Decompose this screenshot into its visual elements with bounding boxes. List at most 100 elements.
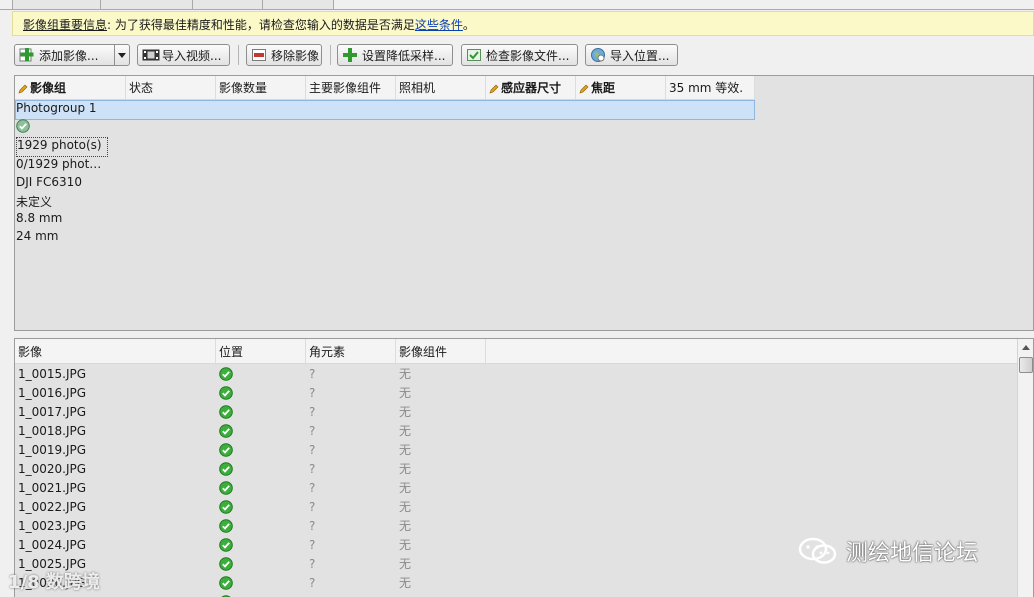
component-cell: 无: [399, 424, 412, 438]
photo-name: 1_0018.JPG: [18, 423, 87, 438]
globe-icon: [590, 47, 606, 63]
import-positions-button[interactable]: 导入位置...: [585, 44, 678, 66]
col-rotation[interactable]: 角元素: [306, 339, 396, 363]
photo-row[interactable]: [15, 592, 1018, 597]
photo-name: 1_0017.JPG: [18, 404, 87, 419]
set-downsampling-button[interactable]: 设置降低采样...: [337, 44, 453, 66]
col-camera[interactable]: 照相机: [396, 76, 486, 99]
photogroup-row[interactable]: Photogroup 1 1929 photo(s) 0/1929 phot… …: [15, 100, 755, 243]
tab-4[interactable]: [262, 0, 334, 10]
import-positions-label: 导入位置...: [610, 48, 670, 63]
photogroups-table[interactable]: 影像组 状态 影像数量 主要影像组件 照相机 感应器尺寸 焦距 35 mm 等效…: [14, 75, 1034, 331]
col-photo[interactable]: 影像: [15, 339, 216, 363]
col-filler: [486, 339, 1018, 363]
position-cell: [216, 402, 306, 421]
equiv-35mm: 24 mm: [16, 229, 59, 243]
rotation-cell: ?: [309, 480, 316, 495]
rotation-cell: ?: [309, 404, 316, 419]
toolbar-separator: [238, 45, 239, 65]
photogroup-name: Photogroup 1: [16, 101, 97, 115]
component-cell: 无: [399, 405, 412, 419]
photo-row[interactable]: 1_0017.JPG? 无: [15, 402, 1018, 421]
status-cell: [16, 119, 106, 137]
import-video-label: 导入视频...: [162, 48, 222, 63]
component-cell: 无: [399, 519, 412, 533]
component-cell: 无: [399, 500, 412, 514]
col-position[interactable]: 位置: [216, 339, 306, 363]
component-cell: 无: [399, 386, 412, 400]
col-focal-length[interactable]: 焦距: [576, 76, 666, 99]
sensor-size[interactable]: 未定义: [16, 193, 106, 211]
rotation-cell: [306, 592, 396, 597]
position-cell: [216, 592, 306, 597]
col-status[interactable]: 状态: [126, 76, 216, 99]
col-photogroup[interactable]: 影像组: [15, 76, 126, 99]
position-cell: [216, 383, 306, 402]
remove-photos-label: 移除影像: [271, 48, 320, 63]
rotation-cell: ?: [309, 556, 316, 571]
pencil-icon: [489, 83, 499, 93]
component-cell: 无: [399, 576, 412, 590]
photo-name: 1_0020.JPG: [18, 461, 87, 476]
photo-row[interactable]: 1_0022.JPG? 无: [15, 497, 1018, 516]
wechat-icon: [798, 536, 838, 566]
position-cell: [216, 573, 306, 592]
photo-row[interactable]: 1_0020.JPG? 无: [15, 459, 1018, 478]
component-cell: [396, 592, 486, 597]
add-photos-button[interactable]: 添加影像...: [14, 44, 130, 66]
downsample-icon: [342, 47, 358, 63]
col-photo-count[interactable]: 影像数量: [216, 76, 306, 99]
rotation-cell: ?: [309, 461, 316, 476]
photo-row[interactable]: 1_0023.JPG? 无: [15, 516, 1018, 535]
notice-label: 影像组重要信息: [23, 18, 108, 32]
vertical-scrollbar[interactable]: [1017, 339, 1033, 597]
col-sensor-size[interactable]: 感应器尺寸: [486, 76, 576, 99]
rotation-cell: ?: [309, 518, 316, 533]
import-video-button[interactable]: 导入视频...: [137, 44, 230, 66]
check-circle-icon: [219, 575, 233, 590]
scroll-up-icon[interactable]: [1018, 339, 1033, 355]
col-component[interactable]: 影像组件: [396, 339, 486, 363]
position-cell: [216, 421, 306, 440]
notice-bar: 影像组重要信息: 为了获得最佳精度和性能，请检查您输入的数据是否满足这些条件。: [12, 11, 1034, 36]
scroll-thumb[interactable]: [1019, 357, 1033, 373]
rotation-cell: ?: [309, 499, 316, 514]
set-downsampling-label: 设置降低采样...: [362, 48, 446, 63]
focal-length[interactable]: 8.8 mm: [16, 211, 106, 229]
photo-count: 1929 photo(s): [16, 137, 108, 157]
col-35mm-equiv[interactable]: 35 mm 等效.: [666, 76, 755, 99]
photo-row[interactable]: 1_0016.JPG? 无: [15, 383, 1018, 402]
rotation-cell: ?: [309, 537, 316, 552]
check-image-files-label: 检查影像文件...: [486, 48, 570, 63]
position-cell: [216, 459, 306, 478]
check-circle-icon: [16, 119, 30, 133]
pane-splitter[interactable]: [14, 331, 1034, 338]
toolbar-separator: [330, 45, 331, 65]
chevron-down-icon[interactable]: [114, 45, 129, 65]
position-cell: [216, 535, 306, 554]
photo-row[interactable]: 1_0026.JPG? 无: [15, 573, 1018, 592]
tab-3[interactable]: [192, 0, 264, 10]
photo-row[interactable]: 1_0015.JPG? 无: [15, 364, 1018, 383]
remove-icon: [251, 47, 267, 63]
tab-2[interactable]: [100, 0, 194, 10]
remove-photos-button[interactable]: 移除影像: [246, 44, 322, 66]
forum-name: 测绘地信论坛: [846, 541, 979, 566]
component-cell: 无: [399, 462, 412, 476]
check-circle-icon: [219, 385, 233, 400]
check-circle-icon: [219, 518, 233, 533]
corner-watermark: 1/8 数跨境: [8, 572, 100, 593]
rotation-cell: ?: [309, 575, 316, 590]
notice-text: : 为了获得最佳精度和性能，请检查您输入的数据是否满足: [107, 18, 415, 32]
photo-row[interactable]: 1_0018.JPG? 无: [15, 421, 1018, 440]
photo-row[interactable]: 1_0019.JPG? 无: [15, 440, 1018, 459]
check-circle-icon: [219, 499, 233, 514]
col-main-component[interactable]: 主要影像组件: [306, 76, 396, 99]
photo-row[interactable]: 1_0021.JPG? 无: [15, 478, 1018, 497]
photo-name: 1_0019.JPG: [18, 442, 87, 457]
position-cell: [216, 497, 306, 516]
conditions-link[interactable]: 这些条件: [415, 18, 463, 32]
check-circle-icon: [219, 480, 233, 495]
tab-photos[interactable]: [12, 0, 102, 10]
check-image-files-button[interactable]: 检查影像文件...: [461, 44, 578, 66]
